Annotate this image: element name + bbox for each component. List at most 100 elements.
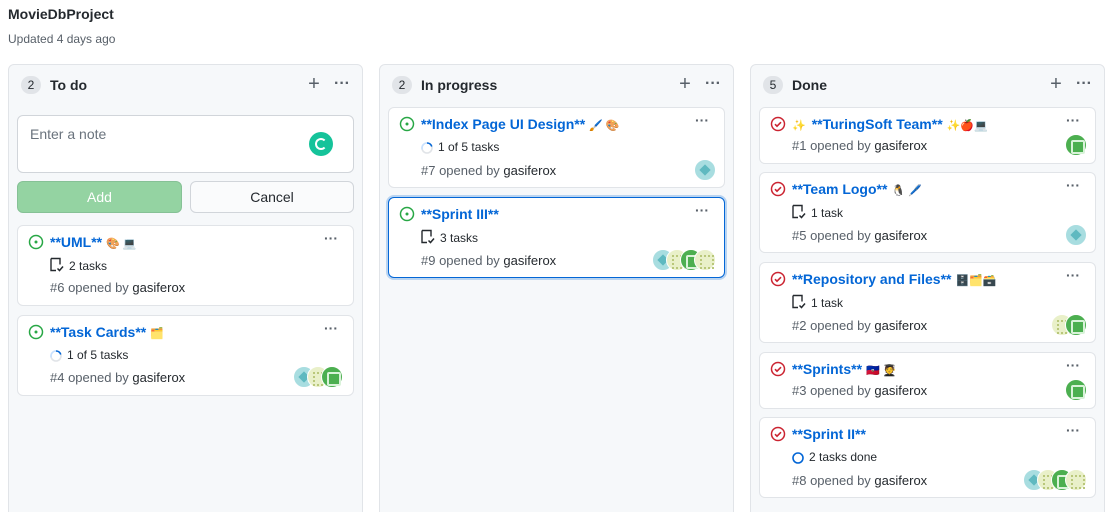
avatar[interactable] <box>694 249 716 271</box>
issue-open-icon <box>399 206 415 222</box>
card-author[interactable]: gasiferox <box>132 370 185 385</box>
issue-card-turingsoft-team[interactable]: ✨ **TuringSoft Team** ✨🍎💻 ··· #1 opened by… <box>759 107 1096 164</box>
column-menu-icon[interactable]: ··· <box>1074 75 1094 95</box>
card-task-summary: 2 tasks done <box>792 449 877 465</box>
card-meta: #6 opened by gasiferox <box>50 280 186 295</box>
card-menu-icon[interactable]: ··· <box>692 203 712 220</box>
card-title-emoji: 🗂️ <box>150 328 164 340</box>
avatar[interactable] <box>1065 134 1087 156</box>
card-task-summary: 1 of 5 tasks <box>50 347 128 363</box>
card-author[interactable]: gasiferox <box>503 163 556 178</box>
column-card-count: 5 <box>763 76 783 94</box>
card-task-summary: 1 task <box>792 204 843 221</box>
assignee-avatars <box>1065 379 1087 401</box>
issue-closed-icon <box>770 116 786 132</box>
card-author[interactable]: gasiferox <box>874 383 927 398</box>
issue-open-icon <box>28 234 44 250</box>
card-title-emoji: 🇭🇹 🧑‍🎓 <box>866 365 897 377</box>
cancel-note-button[interactable]: Cancel <box>190 181 354 213</box>
grammarly-icon[interactable] <box>309 132 333 156</box>
issue-card-sprints[interactable]: **Sprints** 🇭🇹 🧑‍🎓 ··· #3 opened by gasif… <box>759 352 1096 409</box>
card-title-link[interactable]: **Index Page UI Design** 🖌️ 🎨 <box>421 115 620 135</box>
card-menu-icon[interactable]: ··· <box>1063 423 1083 440</box>
card-menu-icon[interactable]: ··· <box>1063 178 1083 195</box>
card-author[interactable]: gasiferox <box>874 138 927 153</box>
issue-card-uml[interactable]: **UML** 🎨 💻 ··· 2 tasks #6 opened by gasi… <box>17 225 354 306</box>
ring-icon <box>792 452 804 464</box>
card-title-link[interactable]: **Task Cards** 🗂️ <box>50 323 164 343</box>
card-meta: #2 opened by gasiferox <box>792 318 928 333</box>
progress-icon <box>50 350 62 362</box>
add-card-icon[interactable]: + <box>677 74 693 95</box>
checklist-icon <box>792 204 806 219</box>
avatar[interactable] <box>1065 314 1087 336</box>
issue-closed-icon <box>770 426 786 442</box>
column-name: Done <box>792 77 827 93</box>
checklist-icon <box>421 229 435 244</box>
card-title-emoji: 🎨 💻 <box>106 238 137 250</box>
card-meta: #1 opened by gasiferox <box>792 138 928 153</box>
issue-card-sprint-iii[interactable]: **Sprint III** ··· 3 tasks #9 opened by … <box>388 197 725 278</box>
card-title-emoji: 🖌️ 🎨 <box>589 120 620 132</box>
avatar[interactable] <box>694 159 716 181</box>
avatar[interactable] <box>1065 379 1087 401</box>
card-menu-icon[interactable]: ··· <box>1063 113 1083 130</box>
issue-card-team-logo[interactable]: **Team Logo** 🐧 🖊️ ··· 1 task #5 opened b… <box>759 172 1096 253</box>
assignee-avatars <box>652 249 716 271</box>
card-author[interactable]: gasiferox <box>874 473 927 488</box>
issue-card-index-page-ui[interactable]: **Index Page UI Design** 🖌️ 🎨 ··· 1 of 5 … <box>388 107 725 188</box>
avatar[interactable] <box>1065 469 1087 491</box>
column-header: 2 To do + ··· <box>9 65 362 105</box>
card-author[interactable]: gasiferox <box>503 253 556 268</box>
issue-closed-icon <box>770 271 786 287</box>
card-menu-icon[interactable]: ··· <box>1063 268 1083 285</box>
column-card-count: 2 <box>392 76 412 94</box>
card-menu-icon[interactable]: ··· <box>321 231 341 248</box>
card-meta: #5 opened by gasiferox <box>792 228 928 243</box>
column-in-progress: 2 In progress + ··· **Index Page UI Desi… <box>379 64 734 512</box>
card-prefix-emoji: ✨ <box>792 120 806 132</box>
add-card-icon[interactable]: + <box>306 74 322 95</box>
card-meta: #9 opened by gasiferox <box>421 253 557 268</box>
assignee-avatars <box>1065 134 1087 156</box>
checklist-icon <box>792 294 806 309</box>
issue-card-sprint-ii[interactable]: **Sprint II** ··· 2 tasks done #8 opened… <box>759 417 1096 498</box>
card-author[interactable]: gasiferox <box>874 318 927 333</box>
add-card-icon[interactable]: + <box>1048 74 1064 95</box>
issue-card-task-cards[interactable]: **Task Cards** 🗂️ ··· 1 of 5 tasks #4 ope… <box>17 315 354 396</box>
card-title-link[interactable]: **UML** 🎨 💻 <box>50 233 137 253</box>
card-title-link[interactable]: ✨ **TuringSoft Team** ✨🍎💻 <box>792 115 988 135</box>
card-title-link[interactable]: **Repository and Files** 🗄️🗂️🗃️ <box>792 270 997 290</box>
column-name: In progress <box>421 77 498 93</box>
note-input[interactable] <box>17 115 354 173</box>
card-title-link[interactable]: **Sprints** 🇭🇹 🧑‍🎓 <box>792 360 896 380</box>
card-title-link[interactable]: **Team Logo** 🐧 🖊️ <box>792 180 922 200</box>
card-task-summary: 3 tasks <box>421 229 478 246</box>
card-title-emoji: ✨🍎💻 <box>946 120 988 132</box>
card-author[interactable]: gasiferox <box>874 228 927 243</box>
column-header: 5 Done + ··· <box>751 65 1104 105</box>
column-name: To do <box>50 77 88 93</box>
card-title-emoji: 🗄️🗂️🗃️ <box>955 275 997 287</box>
add-note-button[interactable]: Add <box>17 181 182 213</box>
card-menu-icon[interactable]: ··· <box>692 113 712 130</box>
column-menu-icon[interactable]: ··· <box>703 75 723 95</box>
avatar[interactable] <box>321 366 343 388</box>
card-title-link[interactable]: **Sprint III** <box>421 205 503 225</box>
column-to-do: 2 To do + ··· Add Cancel **UML**🎨 💻 ··· … <box>8 64 363 512</box>
avatar[interactable] <box>1065 224 1087 246</box>
column-menu-icon[interactable]: ··· <box>332 75 352 95</box>
assignee-avatars <box>694 159 716 181</box>
card-author[interactable]: gasiferox <box>132 280 185 295</box>
issue-card-repository-files[interactable]: **Repository and Files** 🗄️🗂️🗃️ ··· 1 tas… <box>759 262 1096 343</box>
card-title-link[interactable]: **Sprint II** <box>792 425 870 445</box>
card-menu-icon[interactable]: ··· <box>321 321 341 338</box>
checklist-icon <box>50 257 64 272</box>
assignee-avatars <box>293 366 345 388</box>
card-task-summary: 1 task <box>792 294 843 311</box>
card-menu-icon[interactable]: ··· <box>1063 358 1083 375</box>
project-updated: Updated 4 days ago <box>8 32 116 46</box>
card-task-summary: 2 tasks <box>50 257 107 274</box>
card-task-summary: 1 of 5 tasks <box>421 139 499 155</box>
column-done: 5 Done + ··· ✨ **TuringSoft Team** ✨🍎💻 ···… <box>750 64 1105 512</box>
